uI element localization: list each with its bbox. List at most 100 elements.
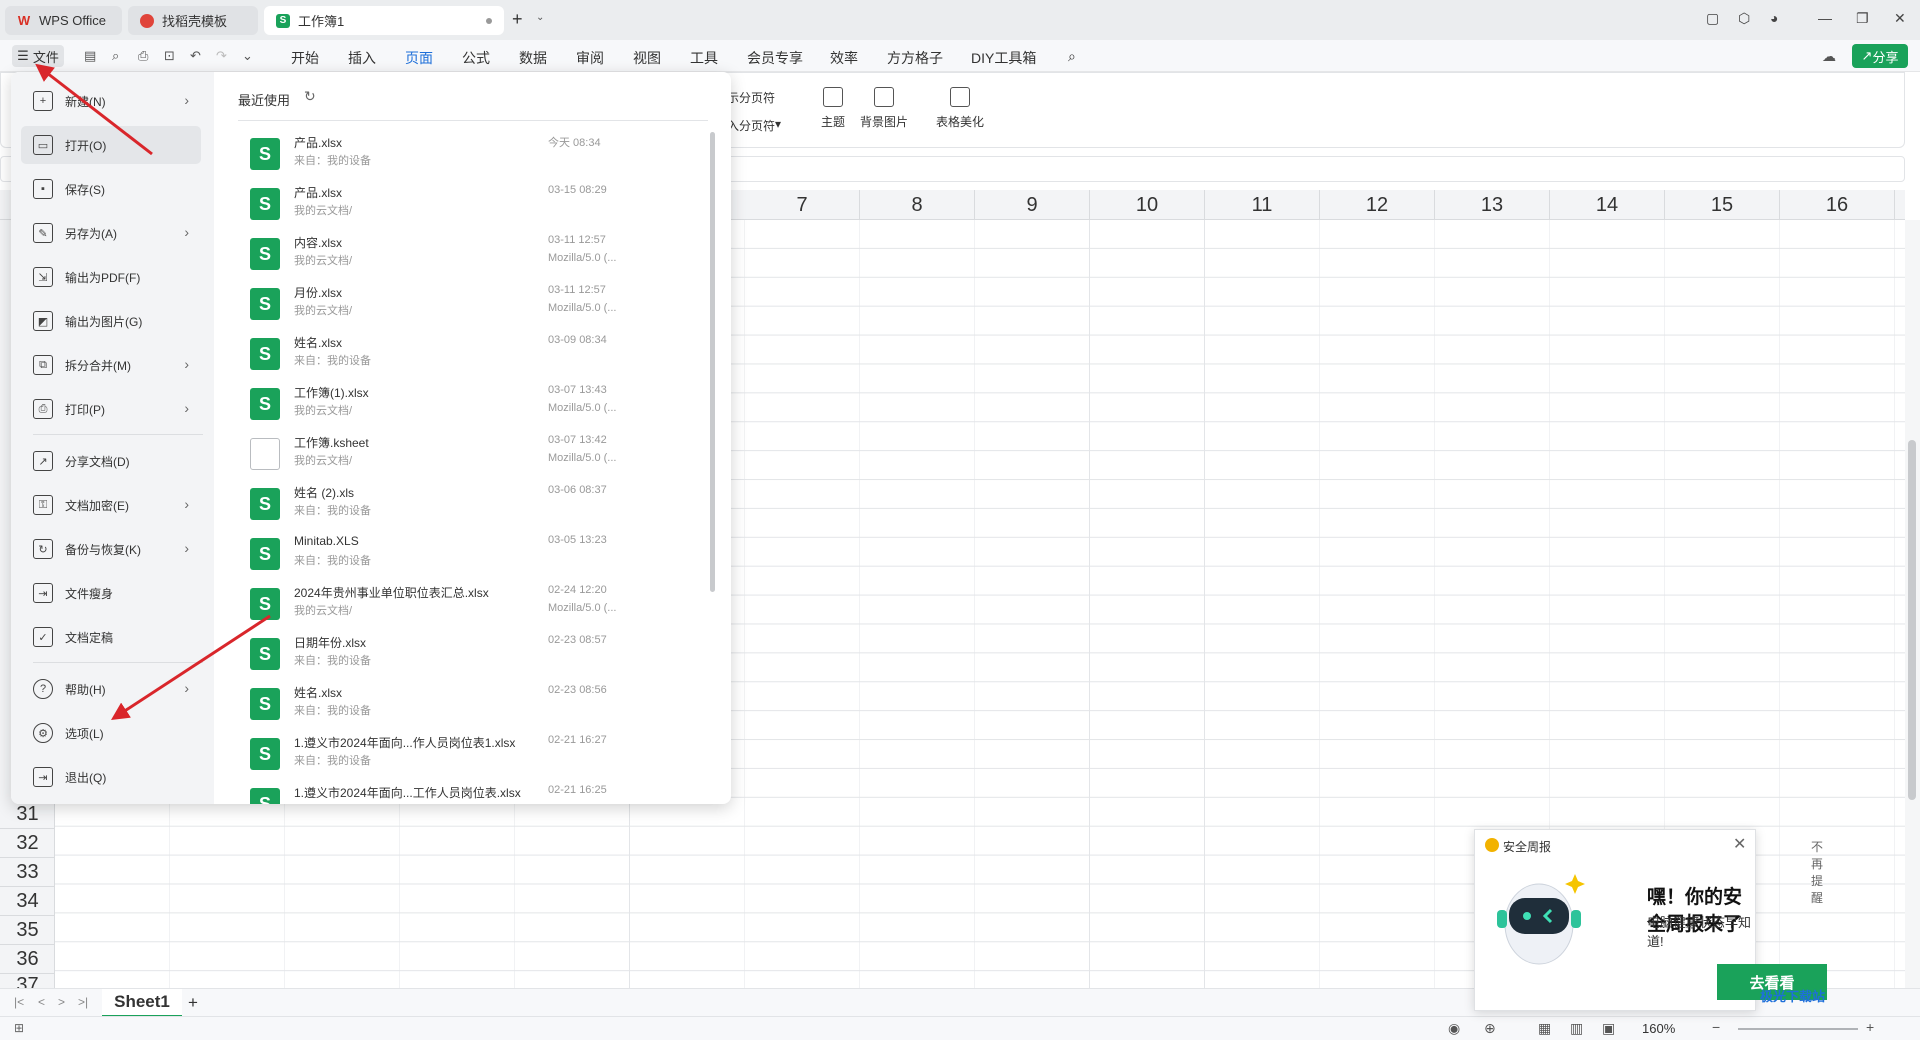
eye-protect-icon[interactable]: ◉ xyxy=(1448,1020,1460,1037)
menu-review[interactable]: 审阅 xyxy=(576,48,604,68)
first-sheet-icon[interactable]: |< xyxy=(14,995,24,1009)
recent-file-row[interactable]: S 日期年份.xlsx 来自：我的设备 02-23 08:57 xyxy=(238,628,708,678)
chevron-down-icon[interactable]: ▾ xyxy=(775,117,781,131)
close-icon[interactable]: ✕ xyxy=(1733,834,1746,854)
column-header-cell[interactable]: 9 xyxy=(975,190,1090,220)
row-header-cell[interactable]: 33 xyxy=(0,858,55,887)
row-header-cell[interactable]: 32 xyxy=(0,829,55,858)
menu-exit[interactable]: ⇥ 退出(Q) xyxy=(21,758,201,796)
menu-split-merge[interactable]: ⧉ 拆分合并(M) › xyxy=(21,346,201,384)
menu-help[interactable]: ? 帮助(H) › xyxy=(21,670,201,708)
menu-start[interactable]: 开始 xyxy=(291,48,319,68)
zoom-in-icon[interactable]: + xyxy=(1866,1019,1874,1035)
recent-file-row[interactable]: S 产品.xlsx 来自：我的设备 今天 08:34 xyxy=(238,128,708,178)
cube-icon[interactable]: ⬡ xyxy=(1738,10,1750,27)
recent-file-row[interactable]: S 工作簿(1).xlsx 我的云文档/03-07 13:43 Mozilla/5.0… xyxy=(238,378,708,428)
insert-page-break[interactable]: 入分页符 xyxy=(727,117,775,134)
row-header-cell[interactable]: 36 xyxy=(0,945,55,974)
menu-backup[interactable]: ↻ 备份与恢复(K) › xyxy=(21,530,201,568)
menu-share-doc[interactable]: ↗ 分享文档(D) xyxy=(21,442,201,480)
menu-encrypt[interactable]: ⚿ 文档加密(E) › xyxy=(21,486,201,524)
page-break-view-icon[interactable]: ▣ xyxy=(1602,1020,1615,1037)
redo-icon[interactable]: ↷ xyxy=(216,48,227,64)
print-preview-icon[interactable]: ⊡ xyxy=(164,48,175,64)
menu-options[interactable]: ⚙ 选项(L) xyxy=(21,714,201,752)
file-menu-button[interactable]: ☰ 文件 xyxy=(12,45,64,67)
menu-new[interactable]: + 新建(N) › xyxy=(21,82,201,120)
theme-button[interactable]: 主题 xyxy=(813,87,853,130)
menu-data[interactable]: 数据 xyxy=(519,48,547,68)
zoom-level[interactable]: 160% xyxy=(1642,1021,1675,1036)
prev-sheet-icon[interactable]: < xyxy=(38,995,45,1009)
tab-template-store[interactable]: 找稻壳模板 xyxy=(128,6,258,35)
recent-file-row[interactable]: 工作簿.ksheet 我的云文档/03-07 13:42 Mozilla/5.0 (… xyxy=(238,428,708,478)
column-header-cell[interactable]: 16 xyxy=(1780,190,1895,220)
close-icon[interactable]: ✕ xyxy=(1894,10,1906,27)
row-header-cell[interactable]: 34 xyxy=(0,887,55,916)
recent-file-row[interactable]: S 1.遵义市2024年面向...工作人员岗位表.xlsx 02-21 16:25 xyxy=(238,778,708,804)
print-quick-icon[interactable]: ⎙ xyxy=(138,48,148,64)
last-sheet-icon[interactable]: >| xyxy=(78,995,88,1009)
menu-view[interactable]: 视图 xyxy=(633,48,661,68)
recent-file-row[interactable]: S Minitab.XLS 来自：我的设备 03-05 13:23 xyxy=(238,528,708,578)
share-button[interactable]: ↗ 分享 xyxy=(1852,44,1908,68)
menu-open[interactable]: ▭ 打开(O) xyxy=(21,126,201,164)
show-page-break[interactable]: 示分页符 xyxy=(727,89,775,106)
menu-page[interactable]: 页面 xyxy=(405,48,433,74)
column-header-cell[interactable]: 15 xyxy=(1665,190,1780,220)
column-header-cell[interactable]: 8 xyxy=(860,190,975,220)
save-quick-icon[interactable]: ▤ xyxy=(84,48,96,64)
normal-view-icon[interactable]: ▦ xyxy=(1538,1020,1551,1037)
new-tab-icon[interactable]: + xyxy=(512,9,523,30)
undo-icon[interactable]: ↶ xyxy=(190,48,201,64)
menu-efficiency[interactable]: 效率 xyxy=(830,48,858,68)
menu-save[interactable]: ▪ 保存(S) xyxy=(21,170,201,208)
zoom-slider[interactable] xyxy=(1738,1028,1858,1030)
menu-member[interactable]: 会员专享 xyxy=(747,48,803,68)
recent-file-row[interactable]: S 产品.xlsx 我的云文档/03-15 08:29 xyxy=(238,178,708,228)
scroll-thumb[interactable] xyxy=(1908,440,1916,800)
macro-icon[interactable]: ⊞ xyxy=(14,1021,24,1035)
list-scrollbar[interactable] xyxy=(710,132,715,592)
column-header-cell[interactable]: 11 xyxy=(1205,190,1320,220)
table-beautify-button[interactable]: 表格美化 xyxy=(935,87,985,130)
search-icon[interactable]: ⌕ xyxy=(1068,48,1076,65)
sheet-tab-sheet1[interactable]: Sheet1 xyxy=(102,989,182,1017)
menu-print[interactable]: ⎙ 打印(P) › xyxy=(21,390,201,428)
menu-finalize[interactable]: ✓ 文档定稿 xyxy=(21,618,201,656)
column-header-cell[interactable]: 7 xyxy=(745,190,860,220)
menu-save-as[interactable]: ✎ 另存为(A) › xyxy=(21,214,201,252)
window-tile-icon[interactable]: ▢ xyxy=(1706,10,1719,27)
vertical-scrollbar[interactable] xyxy=(1905,220,1920,990)
menu-export-pdf[interactable]: ⇲ 输出为PDF(F) xyxy=(21,258,201,296)
dont-remind-link[interactable]: 不再提醒 xyxy=(1811,838,1823,906)
column-header-cell[interactable]: 10 xyxy=(1090,190,1205,220)
menu-fangfang[interactable]: 方方格子 xyxy=(887,48,943,68)
cloud-icon[interactable]: ☁ xyxy=(1822,48,1836,65)
recent-file-row[interactable]: S 2024年贵州事业单位职位表汇总.xlsx 我的云文档/02-24 12:20 M… xyxy=(238,578,708,628)
minimize-icon[interactable]: — xyxy=(1818,10,1832,26)
menu-tools[interactable]: 工具 xyxy=(690,48,718,68)
column-header-cell[interactable]: 14 xyxy=(1550,190,1665,220)
menu-formula[interactable]: 公式 xyxy=(462,48,490,68)
menu-export-image[interactable]: ◩ 输出为图片(G) xyxy=(21,302,201,340)
add-sheet-icon[interactable]: + xyxy=(188,993,198,1013)
tab-list-chevron-icon[interactable]: ⌄ xyxy=(536,12,544,23)
zoom-out-icon[interactable]: − xyxy=(1712,1019,1720,1035)
menu-compress[interactable]: ⇥ 文件瘦身 xyxy=(21,574,201,612)
page-view-icon[interactable]: ▥ xyxy=(1570,1020,1583,1037)
recent-file-row[interactable]: S 姓名.xlsx 来自：我的设备 03-09 08:34 xyxy=(238,328,708,378)
restore-icon[interactable]: ❐ xyxy=(1856,10,1869,27)
row-header-cell[interactable]: 35 xyxy=(0,916,55,945)
next-sheet-icon[interactable]: > xyxy=(58,995,65,1009)
recent-file-row[interactable]: S 姓名.xlsx 来自：我的设备 02-23 08:56 xyxy=(238,678,708,728)
menu-diy-toolbox[interactable]: DIY工具箱 xyxy=(971,48,1036,68)
recent-file-row[interactable]: S 月份.xlsx 我的云文档/03-11 12:57 Mozilla/5.0 (..… xyxy=(238,278,708,328)
avatar-icon[interactable]: ◕ xyxy=(1770,10,1778,26)
background-image-button[interactable]: 背景图片 xyxy=(859,87,909,130)
search-doc-icon[interactable]: ⌕ xyxy=(112,48,119,64)
recent-file-row[interactable]: S 姓名 (2).xls 来自：我的设备 03-06 08:37 xyxy=(238,478,708,528)
tab-wps-office[interactable]: W WPS Office xyxy=(5,6,122,35)
column-header-cell[interactable]: 13 xyxy=(1435,190,1550,220)
row-header-cell[interactable]: 31 xyxy=(0,800,55,829)
